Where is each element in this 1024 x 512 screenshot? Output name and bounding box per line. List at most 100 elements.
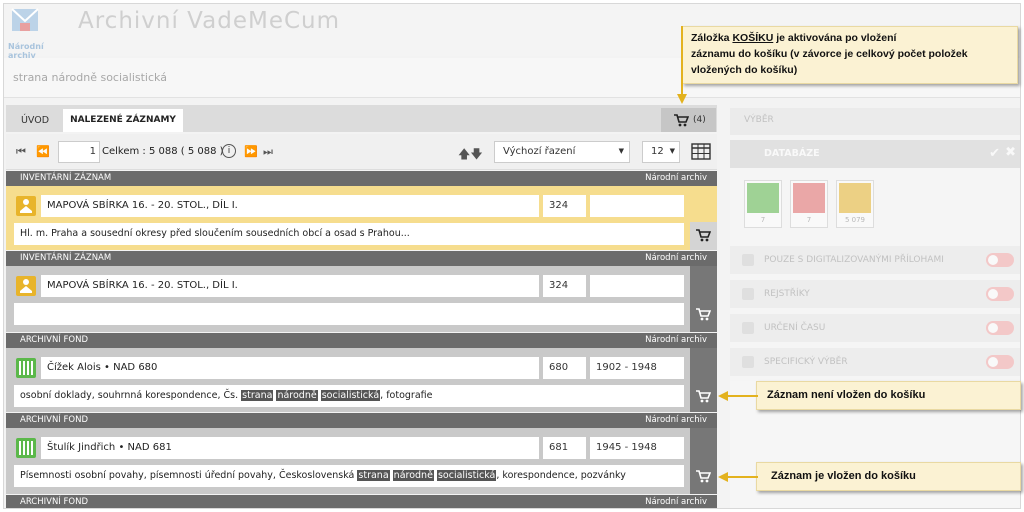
inventory-record-icon: [16, 196, 36, 216]
info-icon[interactable]: i: [222, 144, 236, 158]
record-description: Hl. m. Praha a sousední okresy před slou…: [14, 223, 684, 245]
record-date: 1902 - 1948: [590, 357, 684, 379]
record-number: 681: [543, 437, 586, 459]
search-input[interactable]: strana národně socialistická: [13, 71, 167, 84]
database-filter-header: DATABÁZE ✔ ✖: [730, 140, 1020, 168]
cart-icon: [696, 308, 711, 321]
record-header: INVENTÁRNÍ ZÁZNAM Národní archiv: [6, 171, 717, 186]
toggle-switch[interactable]: [986, 355, 1014, 369]
tab-vyber[interactable]: VÝBĚR: [730, 108, 1020, 135]
filter-icon: [742, 356, 754, 368]
filter-digitized[interactable]: POUZE S DIGITALIZOVANÝMI PŘÍLOHAMI: [730, 246, 1020, 274]
record-type: ARCHIVNÍ FOND: [20, 415, 88, 425]
archive-fund-icon: [16, 358, 36, 378]
record-header: ARCHIVNÍ FOND Národní archiv: [6, 495, 717, 508]
record-row[interactable]: MAPOVÁ SBÍRKA 16. - 20. STOL., DÍL I. 32…: [6, 186, 717, 250]
add-to-cart-button[interactable]: [690, 222, 717, 250]
record-header: ARCHIVNÍ FOND Národní archiv: [6, 413, 717, 428]
record-date: [590, 275, 684, 297]
cart-icon: [674, 114, 689, 127]
record-row[interactable]: Čížek Alois • NAD 680 680 1902 - 1948 os…: [6, 348, 717, 412]
add-to-cart-button[interactable]: [690, 266, 717, 332]
record-row[interactable]: Štulík Jindřich • NAD 681 681 1945 - 194…: [6, 428, 717, 494]
last-page-icon[interactable]: ⏭: [263, 145, 273, 159]
record-title: Štulík Jindřich • NAD 681: [41, 437, 539, 459]
database-count: 7: [806, 216, 812, 224]
record-description: [14, 303, 684, 325]
search-highlight: socialistická: [436, 470, 497, 481]
pagination-toolbar: ⏮ ⏪ 1 Celkem : 5 088 ( 5 088 ) i ⏩ ⏭ 🡅🡇 …: [6, 134, 717, 170]
filter-registers[interactable]: REJSTŘÍKY: [730, 280, 1020, 308]
database-count: 5 079: [844, 216, 866, 224]
database-inventory[interactable]: 5 079: [836, 180, 874, 228]
result-tabs: ÚVOD NALEZENÉ ZÁZNAMY (4): [6, 105, 717, 132]
record-title: Čížek Alois • NAD 680: [41, 357, 539, 379]
sort-direction-icon[interactable]: 🡅🡇: [458, 145, 483, 166]
record-header: INVENTÁRNÍ ZÁZNAM Národní archiv: [6, 251, 717, 266]
add-to-cart-button[interactable]: [690, 348, 717, 412]
search-highlight: strana: [241, 390, 274, 401]
cart-tab-callout: Záložka KOŠÍKU je aktivována po vložení …: [682, 26, 1018, 84]
cart-icon: [696, 390, 711, 403]
not-in-cart-callout: Záznam není vložen do košíku: [756, 381, 1021, 410]
next-page-icon[interactable]: ⏩: [244, 145, 258, 158]
database-archive-funds[interactable]: 7: [744, 180, 782, 228]
record-title: MAPOVÁ SBÍRKA 16. - 20. STOL., DÍL I.: [41, 275, 539, 297]
cart-icon: [696, 470, 711, 483]
record-number: 324: [543, 195, 586, 217]
archive-fund-icon: [747, 183, 779, 213]
check-icon[interactable]: ✔: [989, 146, 1000, 161]
record-archive: Národní archiv: [645, 415, 707, 425]
toggle-switch[interactable]: [986, 287, 1014, 301]
callout-arrow-icon: [718, 391, 758, 401]
callout-arrow-icon: [677, 26, 687, 104]
search-highlight: národně: [392, 470, 434, 481]
add-to-cart-button[interactable]: [690, 428, 717, 494]
record-archive: Národní archiv: [645, 173, 707, 183]
prev-page-icon[interactable]: ⏪: [36, 145, 50, 158]
record-description: Písemnosti osobní povahy, písemnosti úře…: [14, 465, 684, 487]
database-count: 7: [760, 216, 766, 224]
filter-time[interactable]: URČENÍ ČASU: [730, 314, 1020, 342]
app-title: Archivní VadeMeCum: [78, 8, 341, 34]
tag-icon: [742, 288, 754, 300]
toggle-switch[interactable]: [986, 253, 1014, 267]
toggle-switch[interactable]: [986, 321, 1014, 335]
page-number-input[interactable]: 1: [58, 141, 100, 163]
sort-select[interactable]: Výchozí řazení: [494, 141, 630, 163]
close-icon[interactable]: ✖: [1005, 145, 1016, 160]
filter-specific[interactable]: SPECIFICKÝ VÝBĚR: [730, 348, 1020, 376]
search-highlight: strana: [357, 470, 390, 481]
record-description: osobní doklady, souhrnná korespondence, …: [14, 385, 684, 407]
record-title: MAPOVÁ SBÍRKA 16. - 20. STOL., DÍL I.: [41, 195, 539, 217]
inventory-record-icon: [839, 183, 871, 213]
record-type: ARCHIVNÍ FOND: [20, 497, 88, 507]
record-archive: Národní archiv: [645, 335, 707, 345]
tab-uvod[interactable]: ÚVOD: [10, 109, 60, 132]
record-type: INVENTÁRNÍ ZÁZNAM: [20, 253, 112, 263]
tab-nalezene-zaznamy[interactable]: NALEZENÉ ZÁZNAMY: [63, 109, 183, 132]
in-cart-callout: Záznam je vložen do košíku: [756, 462, 1021, 491]
database-documents[interactable]: 7: [790, 180, 828, 228]
record-date: [590, 195, 684, 217]
inventory-record-icon: [16, 276, 36, 296]
cart-count: (4): [693, 115, 706, 125]
archive-fund-icon: [16, 438, 36, 458]
logo-icon: [11, 8, 39, 31]
filter-panel: VÝBĚR DATABÁZE ✔ ✖ 7 7 5 079 POUZE S DIG…: [730, 108, 1020, 508]
record-archive: Národní archiv: [645, 497, 707, 507]
table-view-icon[interactable]: [691, 143, 711, 160]
record-header: ARCHIVNÍ FOND Národní archiv: [6, 333, 717, 348]
first-page-icon[interactable]: ⏮: [16, 145, 26, 159]
per-page-select[interactable]: 12: [642, 141, 680, 163]
logo: Národní archiv: [8, 7, 74, 60]
record-type: INVENTÁRNÍ ZÁZNAM: [20, 173, 112, 183]
location-icon: [742, 322, 754, 334]
record-archive: Národní archiv: [645, 253, 707, 263]
tab-cart[interactable]: (4): [661, 108, 716, 132]
callout-arrow-icon: [718, 472, 758, 482]
record-number: 680: [543, 357, 586, 379]
record-row[interactable]: MAPOVÁ SBÍRKA 16. - 20. STOL., DÍL I. 32…: [6, 266, 717, 332]
total-count: Celkem : 5 088 ( 5 088 ): [102, 146, 224, 157]
callout-keyword: KOŠÍKU: [732, 32, 774, 44]
